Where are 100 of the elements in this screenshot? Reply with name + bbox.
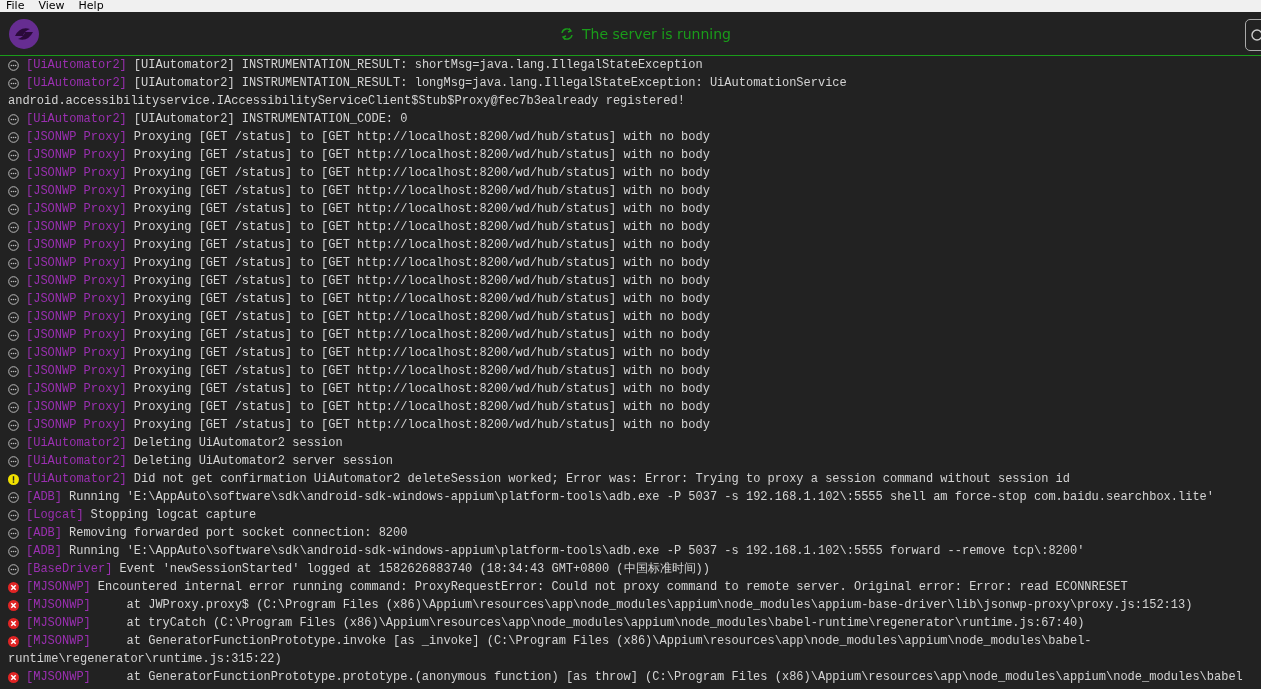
menu-item[interactable]: Help bbox=[78, 0, 104, 12]
log-source: [ADB] bbox=[26, 543, 62, 560]
log-message: Proxying [GET /status] to [GET http://localhost:8200/wd/hub/status] with no body bbox=[133, 417, 710, 434]
log-message: Proxying [GET /status] to [GET http://localhost:8200/wd/hub/status] with no body bbox=[133, 363, 710, 380]
log-message: Running 'E:\AppAuto\software\sdk\android-sdk-windows-appium\platform-tools\adb.exe -P 5037 -s 192.168.1.102\:5555 forward --remove tcp\:8200' bbox=[69, 543, 1085, 560]
log-message: Proxying [GET /status] to [GET http://localhost:8200/wd/hub/status] with no body bbox=[133, 255, 710, 272]
log-message: Proxying [GET /status] to [GET http://localhost:8200/wd/hub/status] with no body bbox=[133, 381, 710, 398]
log-source: [JSONWP Proxy] bbox=[26, 273, 127, 290]
menu-item[interactable]: View bbox=[38, 0, 65, 12]
log-message: [UIAutomator2] INSTRUMENTATION_RESULT: longMsg=java.lang.IllegalStateException: UiAutomationService bbox=[133, 75, 847, 92]
log-message: Proxying [GET /status] to [GET http://localhost:8200/wd/hub/status] with no body bbox=[133, 309, 710, 326]
comment-icon bbox=[8, 491, 19, 503]
log-message: Removing forwarded port socket connection: 8200 bbox=[69, 525, 408, 542]
error-icon bbox=[8, 599, 19, 611]
log-source: [MJSONWP] bbox=[26, 669, 91, 686]
log-source: [JSONWP Proxy] bbox=[26, 345, 127, 362]
log-message: at JWProxy.proxy$ (C:\Program Files (x86)\Appium\resources\app\node_modules\appium\node_modules\appium-base-driver\lib\jsonwp-proxy\proxy.js:152:13) bbox=[125, 597, 1193, 614]
comment-icon bbox=[8, 257, 19, 269]
log-source: [BaseDriver] bbox=[26, 561, 113, 578]
log-source: [JSONWP Proxy] bbox=[26, 165, 127, 182]
comment-icon bbox=[8, 239, 19, 251]
log-message: Proxying [GET /status] to [GET http://localhost:8200/wd/hub/status] with no body bbox=[133, 201, 710, 218]
log-message: Proxying [GET /status] to [GET http://localhost:8200/wd/hub/status] with no body bbox=[133, 183, 710, 200]
log-source: [JSONWP Proxy] bbox=[26, 381, 127, 398]
log-message: Proxying [GET /status] to [GET http://localhost:8200/wd/hub/status] with no body bbox=[133, 165, 710, 182]
log-message: Proxying [GET /status] to [GET http://localhost:8200/wd/hub/status] with no body bbox=[133, 147, 710, 164]
log-message: Proxying [GET /status] to [GET http://localhost:8200/wd/hub/status] with no body bbox=[133, 129, 710, 146]
log-message: [UIAutomator2] INSTRUMENTATION_RESULT: shortMsg=java.lang.IllegalStateException bbox=[133, 57, 703, 74]
comment-icon bbox=[8, 401, 19, 413]
comment-icon bbox=[8, 167, 19, 179]
search-button[interactable] bbox=[1245, 19, 1261, 51]
log-message: Proxying [GET /status] to [GET http://localhost:8200/wd/hub/status] with no body bbox=[133, 327, 710, 344]
comment-icon bbox=[8, 149, 19, 161]
log-source: [MJSONWP] bbox=[26, 615, 91, 632]
comment-icon bbox=[8, 329, 19, 341]
log-message: Deleting UiAutomator2 server session bbox=[133, 453, 394, 470]
log-message: at tryCatch (C:\Program Files (x86)\Appium\resources\app\node_modules\appium\node_modules\babel-runtime\regenerator\runtime.js:67:40) bbox=[125, 615, 1085, 632]
log-message: android.accessibilityservice.IAccessibilityServiceClient$Stub$Proxy@fec7b3ealready registered! bbox=[8, 93, 686, 110]
comment-icon bbox=[8, 419, 19, 431]
server-status: The server is running bbox=[582, 26, 731, 42]
log-source: [JSONWP Proxy] bbox=[26, 255, 127, 272]
comment-icon bbox=[8, 383, 19, 395]
log-source: [Logcat] bbox=[26, 507, 84, 524]
comment-icon bbox=[8, 563, 19, 575]
error-icon bbox=[8, 617, 19, 629]
logo-icon bbox=[8, 17, 40, 50]
comment-icon bbox=[8, 203, 19, 215]
error-icon bbox=[8, 635, 19, 647]
comment-icon bbox=[8, 293, 19, 305]
error-icon bbox=[8, 671, 19, 683]
log-message: Proxying [GET /status] to [GET http://localhost:8200/wd/hub/status] with no body bbox=[133, 273, 710, 290]
log-source: [JSONWP Proxy] bbox=[26, 183, 127, 200]
comment-icon bbox=[8, 113, 19, 125]
sync-icon bbox=[560, 27, 574, 41]
log-source: [MJSONWP] bbox=[26, 579, 91, 596]
log-source: [JSONWP Proxy] bbox=[26, 309, 127, 326]
log-source: [UiAutomator2] bbox=[26, 57, 127, 74]
log-message: Event 'newSessionStarted' logged at 1582626883740 (18:34:43 GMT+0800 (中国标准时间)) bbox=[119, 561, 710, 578]
log-source: [JSONWP Proxy] bbox=[26, 147, 127, 164]
log-source: [MJSONWP] bbox=[26, 597, 91, 614]
menu-item[interactable]: File bbox=[6, 0, 25, 12]
log-message: at GeneratorFunctionPrototype.invoke [as _invoke] (C:\Program Files (x86)\Appium\resources\app\node_modules\appium\node_modules\babel- bbox=[125, 633, 1092, 650]
error-icon bbox=[8, 581, 19, 593]
warning-icon bbox=[8, 473, 19, 485]
comment-icon bbox=[8, 275, 19, 287]
comment-icon bbox=[8, 455, 19, 467]
log-source: [UiAutomator2] bbox=[26, 111, 127, 128]
log-source: [JSONWP Proxy] bbox=[26, 129, 127, 146]
log-message: Did not get confirmation UiAutomator2 deleteSession worked; Error was: Error: Trying to proxy a session command without session id bbox=[133, 471, 1070, 488]
log-source: [JSONWP Proxy] bbox=[26, 291, 127, 308]
comment-icon bbox=[8, 221, 19, 233]
comment-icon bbox=[8, 509, 19, 521]
log-source: [JSONWP Proxy] bbox=[26, 417, 127, 434]
log-source: [JSONWP Proxy] bbox=[26, 201, 127, 218]
log-source: [JSONWP Proxy] bbox=[26, 399, 127, 416]
log-source: [JSONWP Proxy] bbox=[26, 327, 127, 344]
log-source: [UiAutomator2] bbox=[26, 453, 127, 470]
comment-icon bbox=[8, 311, 19, 323]
log-message: Running 'E:\AppAuto\software\sdk\android-sdk-windows-appium\platform-tools\adb.exe -P 5037 -s 192.168.1.102\:5555 shell am force-stop com.baidu.searchbox.lite' bbox=[69, 489, 1214, 506]
log-source: [JSONWP Proxy] bbox=[26, 219, 127, 236]
log-message: Proxying [GET /status] to [GET http://localhost:8200/wd/hub/status] with no body bbox=[133, 291, 710, 308]
log-message: Proxying [GET /status] to [GET http://localhost:8200/wd/hub/status] with no body bbox=[133, 399, 710, 416]
log-message: Deleting UiAutomator2 session bbox=[133, 435, 343, 452]
log-source: [UiAutomator2] bbox=[26, 75, 127, 92]
log-message: runtime\regenerator\runtime.js:315:22) bbox=[8, 651, 283, 668]
comment-icon bbox=[8, 77, 19, 89]
log-source: [ADB] bbox=[26, 525, 62, 542]
comment-icon bbox=[8, 545, 19, 557]
log-source: [JSONWP Proxy] bbox=[26, 363, 127, 380]
comment-icon bbox=[8, 59, 19, 71]
comment-icon bbox=[8, 347, 19, 359]
log-message: Proxying [GET /status] to [GET http://localhost:8200/wd/hub/status] with no body bbox=[133, 219, 710, 236]
log-message: Stopping logcat capture bbox=[90, 507, 257, 524]
log-source: [UiAutomator2] bbox=[26, 471, 127, 488]
log-source: [MJSONWP] bbox=[26, 633, 91, 650]
log-source: [JSONWP Proxy] bbox=[26, 237, 127, 254]
log-message: Proxying [GET /status] to [GET http://localhost:8200/wd/hub/status] with no body bbox=[133, 345, 710, 362]
log-source: [ADB] bbox=[26, 489, 62, 506]
log-message: Encountered internal error running command: ProxyRequestError: Could not proxy command to remote server. Original error: Error: read ECONNRESET bbox=[97, 579, 1128, 596]
comment-icon bbox=[8, 527, 19, 539]
